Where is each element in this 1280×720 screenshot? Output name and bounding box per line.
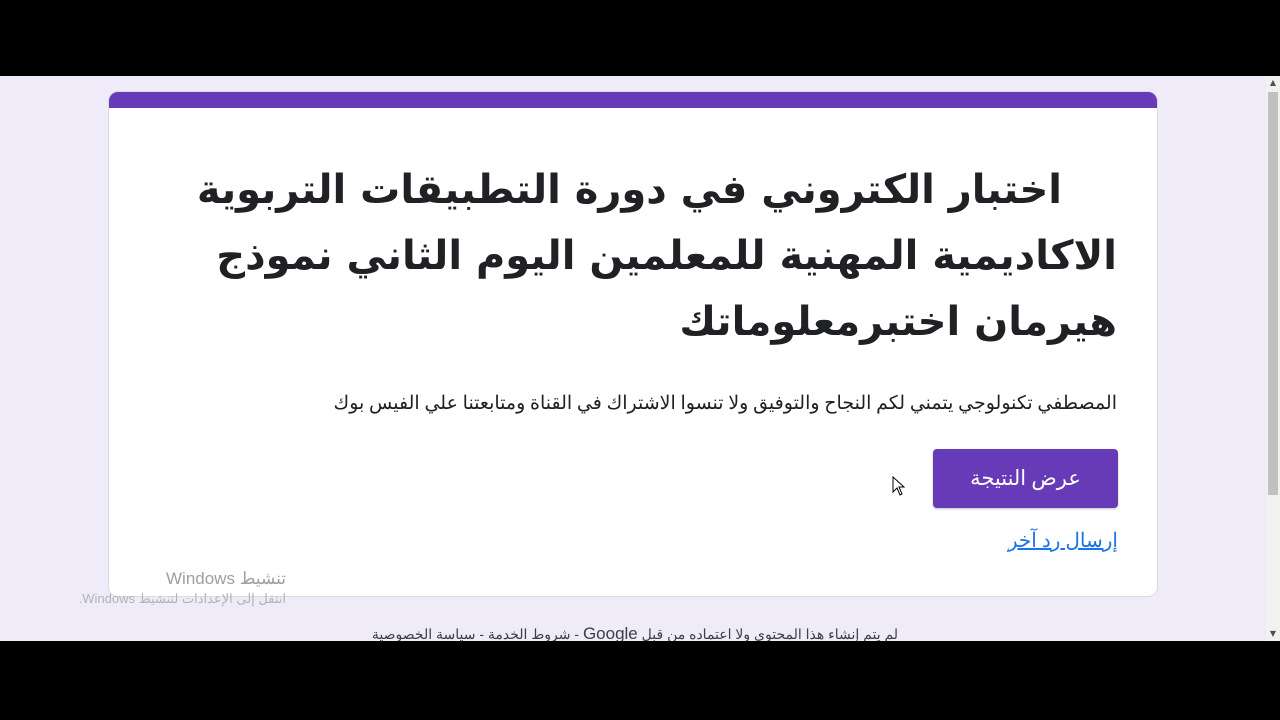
mouse-pointer-icon: [892, 476, 906, 496]
scrollbar-thumb[interactable]: [1268, 92, 1278, 495]
browser-viewport: اختبار الكتروني في دورة التطبيقات التربو…: [0, 76, 1280, 641]
form-title-text: اختبار الكتروني في دورة التطبيقات التربو…: [196, 167, 1117, 345]
submit-another-response-link[interactable]: إرسال رد آخر: [1008, 528, 1118, 553]
windows-activation-watermark: تنشيط Windows انتقل إلى الإعدادات لتنشيط…: [60, 568, 286, 608]
watermark-title: تنشيط Windows: [166, 569, 286, 588]
video-letterbox-bottom: [0, 641, 1280, 720]
footer-brand: Google: [582, 624, 638, 641]
watermark-subtitle: انتقل إلى الإعدادات لتنشيط Windows.: [78, 591, 286, 606]
video-letterbox-top: [0, 0, 1280, 76]
form-description: المصطفي تكنولوجي يتمني لكم النجاح والتوف…: [333, 393, 1117, 414]
footer-prefix: لم يتم إنشاء هذا المحتوى ولا اعتماده من …: [641, 626, 899, 641]
form-title: اختبار الكتروني في دورة التطبيقات التربو…: [157, 157, 1117, 355]
page-scrollbar[interactable]: ▲ ▼: [1266, 76, 1280, 641]
google-footer: لم يتم إنشاء هذا المحتوى ولا اعتماده من …: [340, 624, 930, 641]
scroll-up-arrow-icon[interactable]: ▲: [1266, 76, 1280, 90]
card-accent-bar: [109, 92, 1157, 108]
footer-links[interactable]: - شروط الخدمة - سياسة الخصوصية: [372, 626, 579, 641]
form-response-card: اختبار الكتروني في دورة التطبيقات التربو…: [108, 91, 1158, 597]
view-result-button[interactable]: عرض النتيجة: [933, 449, 1118, 508]
scroll-down-arrow-icon[interactable]: ▼: [1266, 627, 1280, 641]
